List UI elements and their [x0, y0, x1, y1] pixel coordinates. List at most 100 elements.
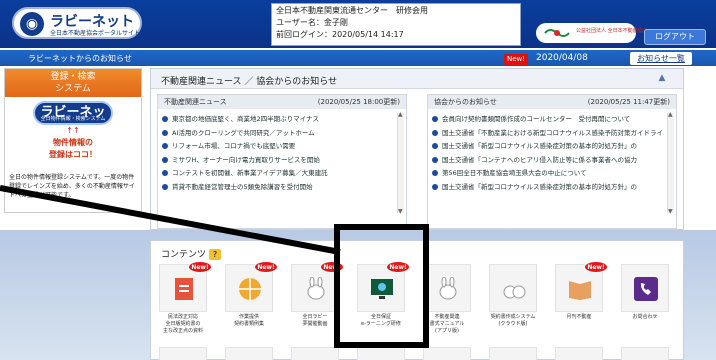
- content-tile[interactable]: New!: [225, 261, 278, 312]
- association-item[interactable]: 会員向け契約書類関係作成のコールセンター 受付再開について: [432, 113, 662, 127]
- content-tile[interactable]: [225, 347, 273, 360]
- association-news-list: 会員向け契約書類関係作成のコールセンター 受付再開について国土交通省「不動産業に…: [432, 113, 662, 194]
- notice-date: 2020/04/08: [536, 53, 588, 63]
- news-item-text: 国土交通省「コンテナへのヒアリ侵入防止等に係る事業者への協力: [442, 155, 637, 164]
- news-item-text: 東京都の地価底堅く、商業地2四半期ぶりマイナス: [172, 115, 320, 123]
- contents-title: コンテンツ?: [161, 247, 222, 260]
- news-item[interactable]: リフォーム市場、コロナ禍でも底堅い需要: [162, 140, 392, 154]
- new-badge: New!: [188, 261, 212, 273]
- news-item-text: 国土交通省「新型コロナウイルス感染症対策の基本的対処方針」の: [442, 182, 637, 191]
- up-arrows-icon: ↑↑: [66, 126, 80, 135]
- news-item-text: リフォーム市場、コロナ禍でも底堅い需要: [172, 142, 296, 150]
- news-item[interactable]: コンテストを初開催、新事業アイデア募集／大東建託: [162, 167, 392, 181]
- association-news-label: 協会からのお知らせ: [434, 98, 497, 106]
- association-item[interactable]: 国土交通省「不動産業における新型コロナウイルス感染予防対策ガイドライン」: [432, 127, 662, 141]
- content-tile[interactable]: [357, 347, 405, 360]
- content-tile-label: お問合わせ: [632, 314, 658, 320]
- globe-icon: [239, 278, 261, 300]
- bullet-icon: [432, 129, 438, 136]
- bullet-icon: [432, 183, 438, 190]
- news-item[interactable]: 東京都の地価底堅く、商業地2四半期ぶりマイナス: [162, 113, 392, 127]
- news-item-text: 国土交通省「新型コロナウイルス感染症対策の基本的対処方針」の: [442, 142, 637, 150]
- bullet-icon: [432, 156, 438, 163]
- content-tile[interactable]: New!: [291, 261, 344, 312]
- news-item[interactable]: ミサワH、オーナー向け電力買取りサービスを開始: [162, 154, 392, 168]
- news-item-text: 会員向け契約書類関係作成のコールセンター 受付再開について: [442, 115, 631, 123]
- content-tile[interactable]: [423, 264, 471, 312]
- news-item-text: 賃貸不動産経営管理士の5類免除講習を受付開始: [172, 182, 313, 191]
- real-estate-news-panel: 不動産関連ニュース (2020/05/25 18:00更新) 東京都の地価底堅く…: [157, 94, 407, 229]
- book-icon: [569, 281, 591, 300]
- content-tile[interactable]: New!: [555, 261, 608, 312]
- content-tile[interactable]: [423, 347, 471, 360]
- help-icon[interactable]: ?: [209, 249, 222, 260]
- bullet-icon: [432, 170, 438, 176]
- search-panel: 登録・検索 システム ラビーネット 全日物件情報・検索システム ↑↑ 物件情報の…: [4, 68, 142, 213]
- news-item-text: ミサワH、オーナー向け電力買取りサービスを開始: [172, 155, 320, 164]
- contents-row-2: [151, 347, 685, 360]
- collapse-icon[interactable]: ▲: [657, 73, 667, 83]
- news-item-text: コンテストを初開催、新事業アイデア募集／大東建託: [172, 169, 328, 177]
- news-section: 不動産関連ニュース ／ 協会からのお知らせ ▲ 不動産関連ニュース (2020/…: [150, 68, 684, 230]
- rabbit-icon: [439, 277, 457, 300]
- property-register-link[interactable]: 物件情報の 登録はココ！: [5, 137, 141, 161]
- real-estate-news-list: 東京都の地価底堅く、商業地2四半期ぶりマイナス AI活用のクローリングで共同研究／…: [162, 113, 392, 194]
- bullet-icon: [162, 129, 168, 136]
- content-tile[interactable]: [159, 347, 207, 360]
- document-icon: [175, 278, 193, 300]
- bullet-icon: [162, 156, 168, 163]
- content-tile[interactable]: [621, 347, 669, 360]
- content-tile-label: 民法改正対応 全日版契約書の 主な改正点の資料: [162, 314, 203, 334]
- content-tile-label: 月刊不動産: [566, 314, 592, 320]
- news-header: 不動産関連ニュース ／ 協会からのお知らせ ▲: [151, 69, 683, 89]
- header-bar: ◉ ラビーネット 全日本不動産協会ポータルサイト 全日本不動産関東流通センター …: [0, 0, 716, 48]
- association-news-panel: 協会からのお知らせ (2020/05/25 11:47更新) 会員向け契約書類関…: [427, 94, 677, 229]
- search-panel-description: 全日の物件情報登録システムです。一度の物件登録でレインズを始め、多くの不動産情報…: [9, 174, 135, 199]
- content-tile[interactable]: [621, 264, 669, 312]
- content-tile[interactable]: [489, 264, 537, 312]
- new-badge: New!: [504, 54, 528, 65]
- content-tile[interactable]: New!: [159, 261, 212, 312]
- news-item-text: 国土交通省「不動産業における新型コロナウイルス感染予防対策ガイドライン」: [442, 128, 662, 137]
- user-line: 前回ログイン：2020/05/14 14:17: [276, 30, 404, 39]
- brand-text: 公益社団法人 全日本不動産協会: [576, 28, 648, 34]
- news-item-text: 第56回全日不動産協会埼玉県大会の中止について: [442, 169, 587, 177]
- bullet-icon: [432, 116, 438, 122]
- news-item-text: AI活用のクローリングで共同研究／アットホーム: [172, 128, 315, 137]
- user-line: 全日本不動産関東流通センター 研修会用: [276, 6, 428, 15]
- association-item[interactable]: 国土交通省「新型コロナウイルス感染症対策の基本的対処方針」の: [432, 181, 662, 195]
- bullet-icon: [432, 143, 438, 149]
- phone-icon: [634, 277, 658, 301]
- new-badge: New!: [254, 261, 278, 273]
- logo-button[interactable]: ◉ ラビーネット 全日本不動産協会ポータルサイト: [12, 7, 142, 39]
- logout-button[interactable]: ログアウト: [644, 29, 706, 45]
- content-tile[interactable]: [489, 347, 537, 360]
- search-panel-title: 登録・検索 システム: [5, 69, 141, 97]
- content-tile-label: 契約書作成システム (クラウド版): [490, 314, 536, 327]
- news-item[interactable]: AI活用のクローリングで共同研究／アットホーム: [162, 127, 392, 141]
- news-item[interactable]: 賃貸不動産経営管理士の5類免除講習を受付開始: [162, 181, 392, 195]
- association-item[interactable]: 国土交通省「新型コロナウイルス感染症対策の基本的対処方針」の: [432, 140, 662, 154]
- highlight-rectangle: [334, 224, 429, 348]
- bullet-icon: [162, 170, 168, 176]
- news-scrollbar[interactable]: [397, 111, 404, 215]
- brand-logo: 公益社団法人 全日本不動産協会: [536, 23, 648, 43]
- content-tile[interactable]: [555, 347, 603, 360]
- rabinet-notice-title[interactable]: ラビーネットからのお知らせ: [28, 53, 132, 64]
- real-estate-news-label: 不動産関連ニュース: [164, 98, 227, 106]
- contents-title-label: コンテンツ: [161, 250, 207, 260]
- user-info: 全日本不動産関東流通センター 研修会用 ユーザー名：金子剛 前回ログイン：202…: [271, 3, 521, 46]
- bullet-icon: [162, 183, 168, 190]
- notice-list-button[interactable]: お知らせ一覧: [630, 52, 692, 65]
- content-tile-label: 作業提供 契約書類例集: [233, 314, 264, 327]
- content-tile[interactable]: [291, 347, 339, 360]
- rabinet-search-subtitle: 全日物件情報・検索システム: [40, 116, 106, 122]
- association-news-date: (2020/05/25 11:47更新): [587, 98, 670, 106]
- news-title: 不動産関連ニュース ／ 協会からのお知らせ: [161, 77, 338, 87]
- bullet-icon: [162, 143, 168, 149]
- association-item[interactable]: 第56回全日不動産協会埼玉県大会の中止について: [432, 167, 662, 181]
- news-scrollbar[interactable]: [667, 111, 674, 215]
- logo-subtext: 全日本不動産協会ポータルサイト: [50, 30, 141, 37]
- bullet-icon: [162, 116, 168, 122]
- association-item[interactable]: 国土交通省「コンテナへのヒアリ侵入防止等に係る事業者への協力: [432, 154, 662, 168]
